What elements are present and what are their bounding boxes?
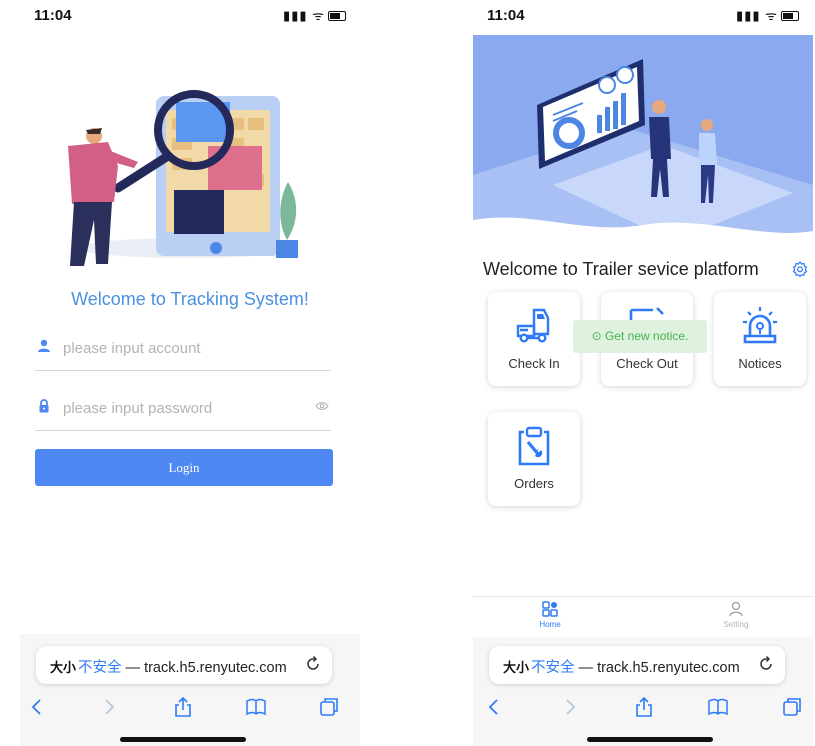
check-out-label: Check Out (616, 356, 678, 371)
password-field (35, 386, 331, 431)
check-in-card[interactable]: Check In (488, 292, 580, 386)
forward-icon[interactable] (559, 696, 581, 718)
toast-text: Get new notice. (605, 329, 689, 343)
magnifier-illustration (68, 90, 298, 266)
insecure-label: 不安全 (531, 660, 575, 676)
eye-icon[interactable] (315, 401, 329, 411)
url-separator: — (125, 660, 141, 676)
tab-setting-label: Setting (723, 620, 749, 629)
url-text[interactable]: 不安全 — track.h5.renyutec.com (531, 656, 740, 677)
login-title: Welcome to Tracking System! (71, 289, 309, 309)
signal-wifi-battery-icon: ▮▮▮ ᯤ (283, 6, 346, 24)
url-separator: — (578, 660, 594, 676)
status-time: 11:04 (487, 7, 525, 24)
notice-toast: ⊙ Get new notice. (573, 320, 707, 353)
reload-icon[interactable] (304, 655, 322, 673)
text-size-button[interactable]: 大小 (503, 657, 529, 676)
tab-setting[interactable]: Setting (706, 601, 766, 637)
back-icon[interactable] (483, 696, 505, 718)
password-input[interactable] (61, 394, 305, 422)
alarm-notice-icon (743, 307, 777, 344)
share-icon[interactable] (172, 696, 194, 718)
home-indicator (587, 737, 713, 742)
status-bar: 11:04 ▮▮▮ ᯤ (473, 0, 813, 32)
address-bar[interactable]: 大小 不安全 — track.h5.renyutec.com (489, 646, 785, 684)
back-icon[interactable] (26, 696, 48, 718)
tabs-icon[interactable] (781, 696, 803, 718)
notices-card[interactable]: Notices (714, 292, 806, 386)
notices-label: Notices (738, 356, 782, 371)
bookmarks-icon[interactable] (245, 696, 267, 718)
status-bar: 11:04 ▮▮▮ ᯤ (20, 0, 360, 32)
status-time: 11:04 (34, 7, 72, 24)
bottom-tabbar: Home Setting (473, 596, 813, 637)
welcome-title: Welcome to Trailer sevice platform (483, 259, 759, 279)
dashboard-illustration (473, 35, 813, 249)
orders-label: Orders (514, 476, 554, 491)
orders-card[interactable]: Orders (488, 412, 580, 506)
login-screen: 11:04 ▮▮▮ ᯤ Welcome to Tracking System! (20, 0, 360, 746)
user-icon (38, 339, 50, 352)
user-setting-icon (729, 601, 743, 617)
signal-wifi-battery-icon: ▮▮▮ ᯤ (736, 6, 799, 24)
browser-toolbar (473, 690, 813, 724)
address-bar[interactable]: 大小 不安全 — track.h5.renyutec.com (36, 646, 332, 684)
browser-toolbar (20, 690, 360, 724)
account-field (35, 326, 331, 371)
tab-home-label: Home (539, 620, 561, 629)
lock-icon (39, 399, 49, 413)
home-screen: 11:04 ▮▮▮ ᯤ Welcome to Trailer sevice pl… (473, 0, 813, 746)
settings-gear-icon[interactable] (792, 261, 808, 277)
home-indicator (120, 737, 246, 742)
account-input[interactable] (61, 334, 305, 362)
reload-icon[interactable] (757, 655, 775, 673)
tabs-icon[interactable] (318, 696, 340, 718)
share-icon[interactable] (633, 696, 655, 718)
grid-home-icon (542, 601, 558, 617)
insecure-label: 不安全 (78, 660, 122, 676)
text-size-button[interactable]: 大小 (50, 657, 76, 676)
forward-icon[interactable] (98, 696, 120, 718)
check-in-label: Check In (508, 356, 560, 371)
url-domain: track.h5.renyutec.com (597, 660, 740, 676)
bookmarks-icon[interactable] (707, 696, 729, 718)
check-circle-icon: ⊙ (591, 329, 602, 343)
url-text[interactable]: 不安全 — track.h5.renyutec.com (78, 656, 287, 677)
url-domain: track.h5.renyutec.com (144, 660, 287, 676)
login-button[interactable]: Login (35, 449, 333, 486)
clipboard-wrench-icon (518, 426, 550, 466)
tab-home[interactable]: Home (520, 601, 580, 637)
truck-check-in-icon (516, 308, 550, 343)
